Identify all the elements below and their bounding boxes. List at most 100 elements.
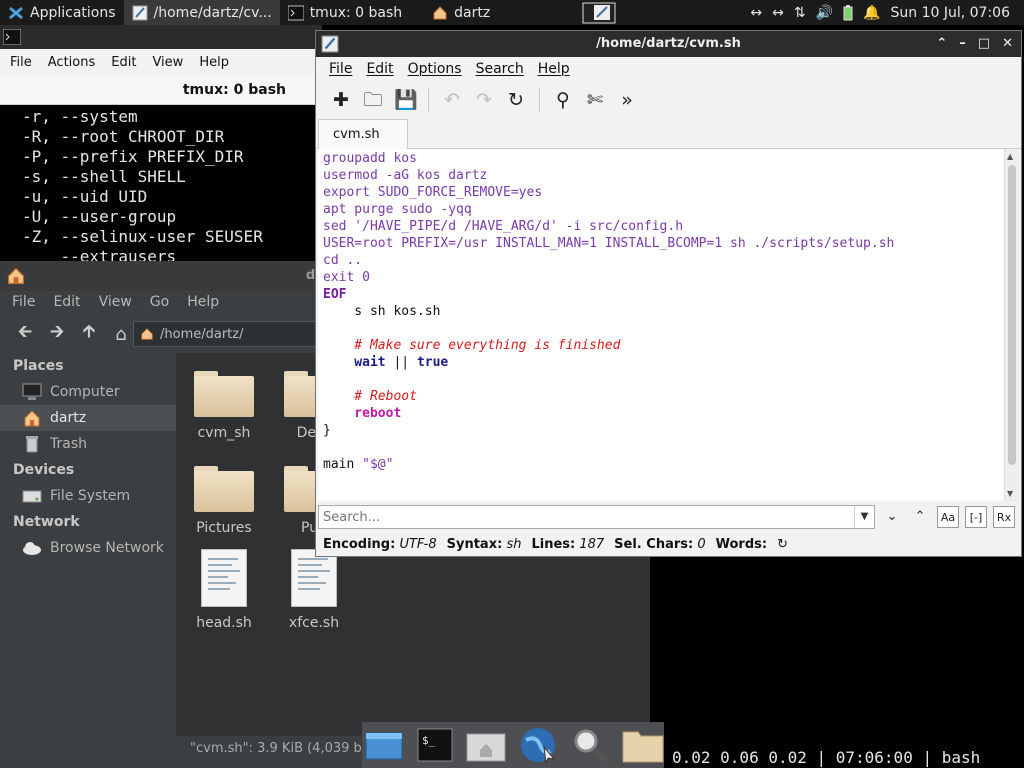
code-editor[interactable]: groupadd kos usermod -aG kos dartz export …: [318, 149, 1004, 501]
scroll-up-icon[interactable]: ▲: [1007, 152, 1013, 161]
tmux-tab[interactable]: tmux: 0 bash: [0, 75, 322, 105]
location-bar[interactable]: /home/dartz/: [133, 321, 323, 347]
search-box: ▼: [318, 505, 875, 529]
battery-icon[interactable]: [843, 4, 853, 21]
menu-go[interactable]: Go: [150, 294, 169, 310]
menu-file[interactable]: File: [329, 61, 352, 77]
maximize-icon[interactable]: □: [978, 31, 990, 57]
sidebar-item-computer[interactable]: Computer: [0, 379, 176, 405]
dock-item-window-manager[interactable]: [364, 724, 404, 766]
sidebar-item-trash[interactable]: Trash: [0, 431, 176, 457]
menu-edit[interactable]: Edit: [53, 294, 80, 310]
more-tools-icon[interactable]: »: [616, 89, 638, 111]
chevron-up-icon[interactable]: ⌃: [936, 31, 947, 57]
menu-file[interactable]: File: [12, 294, 35, 310]
workspace-switcher[interactable]: [578, 0, 620, 25]
code-line: cd ..: [323, 253, 363, 268]
applications-menu[interactable]: Applications: [0, 0, 124, 25]
home-icon[interactable]: ⌂: [110, 324, 132, 345]
menu-view[interactable]: View: [99, 294, 132, 310]
forward-arrow-icon[interactable]: 🡲: [46, 319, 68, 349]
drive-icon: [22, 490, 42, 503]
dock-item-folder[interactable]: [622, 724, 664, 766]
task-terminal[interactable]: tmux: 0 bash: [280, 0, 410, 25]
dock-item-terminal[interactable]: $_: [416, 724, 454, 766]
whole-word-icon[interactable]: [-]: [965, 506, 987, 528]
find-previous-icon[interactable]: ⌃: [909, 506, 931, 528]
network-arrows-icon[interactable]: ↔: [772, 5, 784, 21]
editor-titlebar[interactable]: /home/dartz/cvm.sh ⌃ – □ ✕: [316, 31, 1021, 57]
open-folder-icon[interactable]: 🗀: [362, 89, 384, 111]
match-case-icon[interactable]: Aa: [937, 506, 959, 528]
reload-icon[interactable]: ↻: [505, 89, 527, 111]
up-arrow-icon[interactable]: 🡱: [78, 319, 100, 349]
tab-label: cvm.sh: [333, 127, 380, 142]
file-item-head-sh[interactable]: head.sh: [176, 549, 272, 631]
bash-terminal[interactable]: [650, 557, 1024, 768]
find-replace-icon[interactable]: ✄: [584, 89, 606, 111]
sidebar-heading-network: Network: [13, 514, 80, 530]
regex-icon[interactable]: Rx: [993, 506, 1015, 528]
menu-edit[interactable]: Edit: [366, 61, 393, 77]
status-value: 187: [579, 536, 605, 552]
menu-options[interactable]: Options: [408, 61, 462, 77]
sidebar-item-dartz[interactable]: dartz: [0, 405, 176, 431]
pictures-folder-icon: [194, 466, 254, 512]
transfer-icon[interactable]: ⇅: [794, 5, 806, 21]
notification-bell-icon[interactable]: 🔔: [863, 5, 880, 21]
task-file-manager[interactable]: dartz: [410, 0, 498, 25]
dock-item-home-folder[interactable]: [466, 724, 506, 766]
status-label: Sel. Chars:: [614, 536, 694, 552]
menu-file[interactable]: File: [10, 55, 32, 70]
vertical-scrollbar[interactable]: ▲ ▼: [1004, 149, 1019, 501]
file-item-pictures[interactable]: Pictures: [176, 466, 272, 536]
dock-item-search[interactable]: [570, 724, 610, 766]
status-label: Syntax:: [446, 536, 503, 552]
undo-icon[interactable]: ↶: [441, 89, 463, 111]
text-editor-icon: [321, 35, 339, 53]
code-line-group: wait || true: [323, 354, 1004, 371]
editor-tabbar: cvm.sh: [316, 119, 1021, 150]
find-next-icon[interactable]: ⌄: [881, 506, 903, 528]
chevron-down-icon[interactable]: ▼: [854, 506, 874, 528]
dock-item-web-browser[interactable]: [518, 724, 558, 766]
tab-cvm-sh[interactable]: cvm.sh: [318, 119, 408, 150]
status-value: UTF-8: [399, 536, 437, 552]
sidebar-item-label: dartz: [50, 410, 87, 426]
search-icon: [574, 729, 608, 763]
menu-edit[interactable]: Edit: [111, 55, 136, 70]
selchars-status: Sel. Chars: 0: [614, 537, 705, 552]
syntax-status[interactable]: Syntax: sh: [447, 537, 522, 552]
menu-help[interactable]: Help: [538, 61, 570, 77]
file-item-cvm-sh[interactable]: cvm_sh: [176, 371, 272, 441]
search-icon[interactable]: ⚲: [552, 89, 574, 111]
tmux-titlebar[interactable]: [0, 25, 322, 49]
save-icon[interactable]: 💾: [394, 89, 418, 111]
refresh-words-icon[interactable]: ↻: [777, 537, 788, 552]
sidebar-item-file-system[interactable]: File System: [0, 483, 176, 509]
new-document-icon[interactable]: ✚: [330, 89, 352, 111]
volume-icon[interactable]: 🔊: [816, 5, 833, 21]
menu-view[interactable]: View: [152, 55, 183, 70]
sidebar-item-browse-network[interactable]: Browse Network: [0, 535, 176, 561]
scrollbar-thumb[interactable]: [1008, 165, 1016, 465]
terminal-line: -u, --uid UID: [22, 187, 148, 206]
network-arrows-icon[interactable]: ↔: [750, 5, 762, 21]
file-item-xfce-sh[interactable]: xfce.sh: [266, 549, 362, 631]
clock[interactable]: Sun 10 Jul, 07:06: [891, 5, 1011, 21]
menu-help[interactable]: Help: [187, 294, 219, 310]
close-icon[interactable]: ✕: [1002, 31, 1013, 57]
search-input[interactable]: [319, 506, 854, 528]
menu-actions[interactable]: Actions: [48, 55, 96, 70]
menu-help[interactable]: Help: [199, 55, 229, 70]
task-editor[interactable]: /home/dartz/cv...: [123, 0, 280, 25]
scroll-down-icon[interactable]: ▼: [1007, 489, 1013, 498]
redo-icon[interactable]: ↷: [473, 89, 495, 111]
menu-search[interactable]: Search: [476, 61, 524, 77]
web-browser-icon: [521, 728, 556, 764]
terminal-line: -s, --shell SHELL: [22, 167, 186, 186]
back-arrow-icon[interactable]: 🡰: [14, 319, 36, 349]
minimize-icon[interactable]: –: [959, 31, 966, 57]
